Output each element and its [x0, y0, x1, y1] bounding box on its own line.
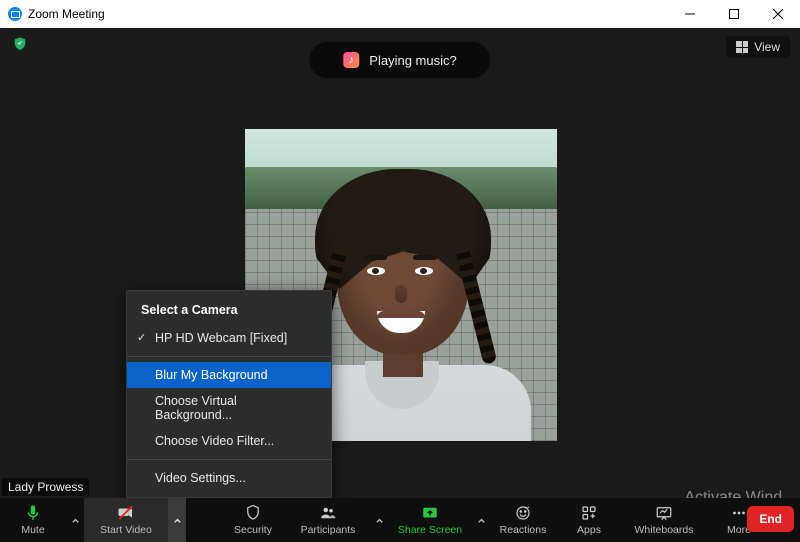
window-title: Zoom Meeting: [28, 7, 105, 21]
menu-divider: [127, 459, 331, 460]
music-note-icon: ♪: [343, 52, 359, 68]
share-screen-icon: [420, 504, 440, 522]
participant-name-label: Lady Prowess: [2, 478, 89, 496]
meeting-stage: View ♪ Playing music? Lady Prowess Selec…: [0, 28, 800, 498]
menu-item-blur-background[interactable]: Blur My Background: [127, 362, 331, 388]
playing-music-text: Playing music?: [369, 53, 456, 68]
apps-label: Apps: [577, 524, 601, 536]
apps-button[interactable]: Apps: [556, 498, 622, 542]
menu-item-video-settings[interactable]: Video Settings...: [127, 465, 331, 491]
playing-music-prompt[interactable]: ♪ Playing music?: [309, 42, 490, 78]
microphone-icon: [23, 504, 43, 522]
whiteboards-button[interactable]: Whiteboards: [622, 498, 706, 542]
more-icon: [729, 504, 749, 522]
participants-icon: [318, 504, 338, 522]
video-off-icon: [116, 504, 136, 522]
participants-button[interactable]: Participants: [286, 498, 370, 542]
end-label: End: [759, 512, 782, 526]
shield-icon: [243, 504, 263, 522]
view-layout-button[interactable]: View: [726, 36, 790, 58]
reactions-button[interactable]: Reactions: [490, 498, 556, 542]
camera-option-hp-webcam[interactable]: HP HD Webcam [Fixed]: [127, 325, 331, 351]
end-meeting-button[interactable]: End: [747, 506, 794, 532]
security-button[interactable]: Security: [220, 498, 286, 542]
participants-caret[interactable]: [370, 498, 388, 542]
menu-item-virtual-background[interactable]: Choose Virtual Background...: [127, 388, 331, 428]
share-screen-caret[interactable]: [472, 498, 490, 542]
share-screen-button[interactable]: Share Screen: [388, 498, 472, 542]
security-label: Security: [234, 524, 272, 536]
menu-item-video-filter[interactable]: Choose Video Filter...: [127, 428, 331, 454]
smile-icon: [513, 504, 533, 522]
window-maximize-button[interactable]: [712, 0, 756, 28]
share-screen-label: Share Screen: [398, 524, 462, 536]
whiteboards-label: Whiteboards: [635, 524, 694, 536]
window-minimize-button[interactable]: [668, 0, 712, 28]
encryption-shield-icon[interactable]: [12, 36, 28, 55]
grid-icon: [736, 41, 748, 53]
apps-icon: [579, 504, 599, 522]
start-video-label: Start Video: [100, 524, 152, 536]
menu-divider: [127, 356, 331, 357]
view-label: View: [754, 40, 780, 54]
video-options-caret[interactable]: [168, 498, 186, 542]
video-options-menu: Select a Camera HP HD Webcam [Fixed] Blu…: [126, 290, 332, 498]
video-menu-header: Select a Camera: [127, 299, 331, 325]
mute-label: Mute: [21, 524, 44, 536]
start-video-button[interactable]: Start Video: [84, 498, 168, 542]
zoom-app-icon: [8, 7, 22, 21]
audio-options-caret[interactable]: [66, 498, 84, 542]
reactions-label: Reactions: [500, 524, 547, 536]
mute-button[interactable]: Mute: [0, 498, 66, 542]
window-titlebar: Zoom Meeting: [0, 0, 800, 28]
window-close-button[interactable]: [756, 0, 800, 28]
participants-label: Participants: [301, 524, 356, 536]
meeting-toolbar: Mute Start Video Security Participants S…: [0, 498, 800, 542]
whiteboard-icon: [654, 504, 674, 522]
